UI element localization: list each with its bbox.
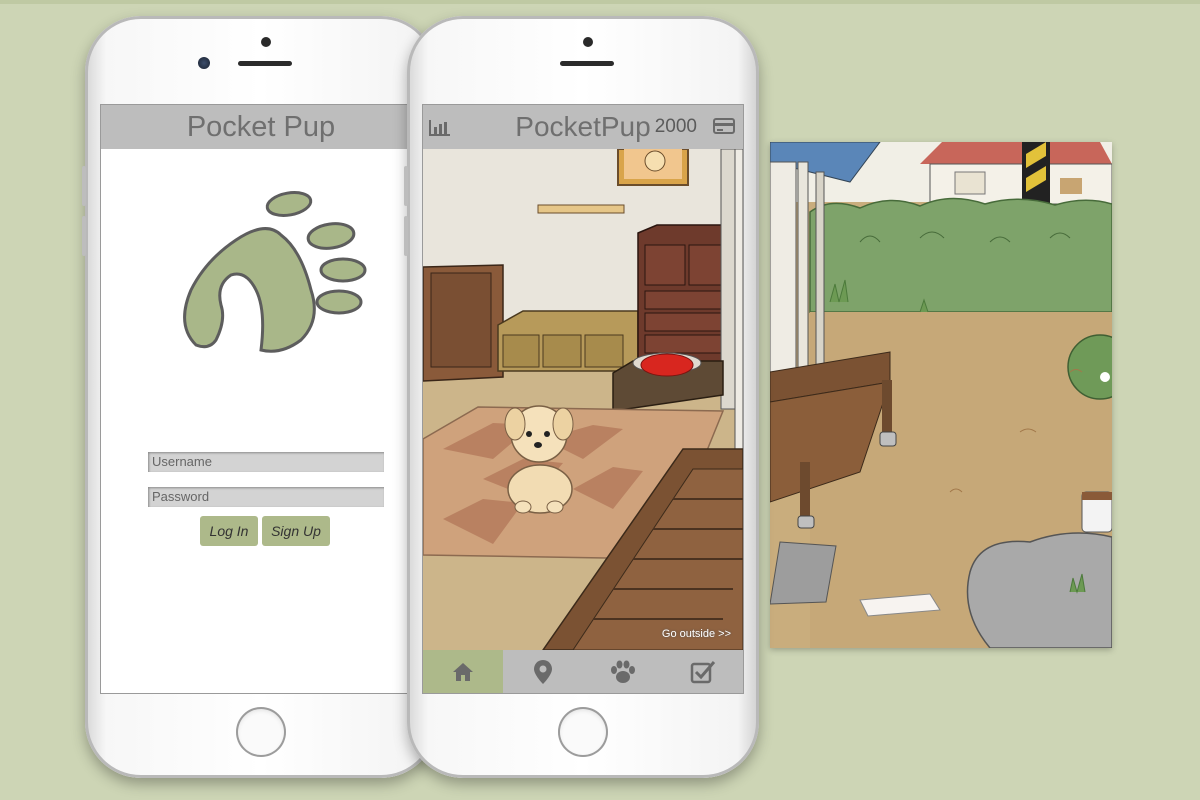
earpiece-speaker	[560, 61, 614, 66]
home-icon	[453, 662, 473, 681]
volume-button	[82, 166, 86, 206]
paw-logo-icon	[183, 191, 367, 353]
room-illustration	[423, 149, 743, 650]
outdoor-scene	[770, 142, 1112, 648]
login-button[interactable]: Log In	[200, 516, 258, 546]
signup-button[interactable]: Sign Up	[262, 516, 330, 546]
app-title: Pocket Pup	[186, 110, 336, 143]
go-outside-link[interactable]: Go outside >>	[662, 628, 731, 640]
top-sensor	[261, 37, 271, 47]
login-screen: Pocket Pup Log In Sign Up	[101, 105, 421, 693]
game-screen: PocketPup 2000 Go outside >>	[423, 105, 743, 693]
bottom-tab-bar	[423, 650, 743, 693]
background-band	[0, 0, 1200, 4]
checkbox-icon	[690, 660, 716, 683]
game-room[interactable]: Go outside >>	[423, 149, 743, 650]
password-input[interactable]	[148, 487, 384, 507]
top-sensor	[583, 37, 593, 47]
coin-count: 2000	[654, 116, 697, 137]
username-input[interactable]	[148, 452, 384, 472]
phone-home-button[interactable]	[236, 707, 286, 757]
map-pin-icon	[534, 659, 552, 684]
tab-tasks[interactable]	[663, 650, 743, 693]
volume-button	[82, 216, 86, 256]
front-camera	[198, 57, 210, 69]
earpiece-speaker	[238, 61, 292, 66]
tab-pet[interactable]	[583, 650, 663, 693]
game-header: PocketPup 2000	[423, 105, 743, 149]
volume-button	[404, 166, 408, 206]
game-phone: PocketPup 2000 Go outside >>	[404, 16, 759, 778]
paw-icon	[611, 660, 635, 683]
phone-home-button[interactable]	[558, 707, 608, 757]
tab-home[interactable]	[423, 650, 503, 693]
tab-map[interactable]	[503, 650, 583, 693]
credit-card-icon[interactable]	[713, 117, 735, 135]
login-phone: Pocket Pup Log In Sign Up	[82, 16, 437, 778]
volume-button	[404, 216, 408, 256]
login-header: Pocket Pup	[101, 105, 421, 149]
outdoor-illustration	[770, 142, 1112, 648]
